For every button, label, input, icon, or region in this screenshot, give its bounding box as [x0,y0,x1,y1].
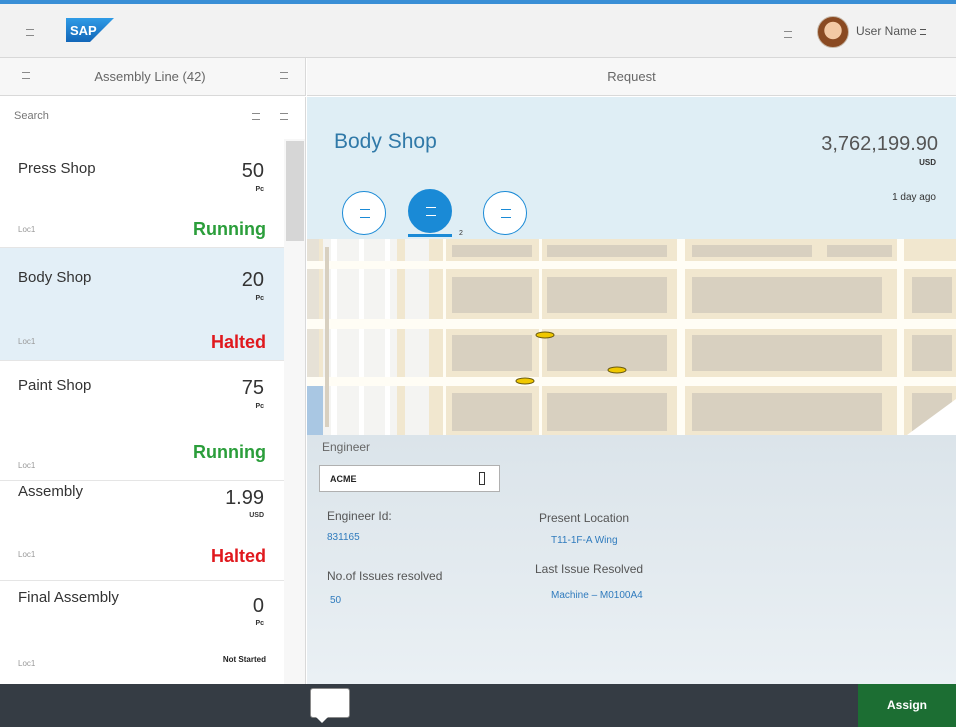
object-time: 1 day ago [892,192,936,203]
item-value: 0 [252,595,264,617]
object-header: Body Shop 3,762,199.90 USD 1 day ago 2 [307,97,956,239]
message-icon[interactable] [310,688,350,718]
status-badge: Not Started [222,655,266,664]
tab-selected-indicator [408,234,452,237]
list-item[interactable]: Paint Shop 75 Pc Loc1 Running [0,361,284,481]
item-unit: Pc [255,295,264,302]
chevron-down-icon [919,29,926,35]
object-number: 3,762,199.90 [821,133,938,155]
present-location-label: Present Location [539,511,630,525]
item-unit: Pc [255,620,264,627]
scrollbar-thumb[interactable] [286,141,304,241]
list-item[interactable]: Final Assembly 0 Pc Loc1 Not Started [0,581,284,684]
filter-icon[interactable] [280,72,288,79]
engineer-label: Engineer [322,440,371,454]
item-name: Press Shop [18,160,96,177]
item-value: 75 [241,377,264,399]
list-item[interactable]: Assembly 1.99 USD Loc1 Halted [0,481,284,581]
present-location-value: T11-1F-A Wing [551,535,618,546]
issues-resolved-value: 50 [330,595,342,606]
item-location: Loc1 [18,225,36,234]
item-name: Paint Shop [18,377,92,394]
detail-title: Request [607,69,656,84]
search-bar[interactable]: Search [0,97,306,139]
map-marker [515,377,535,385]
detail-header: Request [307,58,956,96]
issues-resolved-label: No.of Issues resolved [327,569,443,583]
avatar[interactable] [817,16,849,48]
last-issue-label: Last Issue Resolved [535,562,644,576]
sap-logo[interactable]: SAP [66,18,114,42]
engineer-section: Engineer ACME Engineer Id: 831165 No.of … [307,435,956,684]
tab-count: 2 [459,230,463,237]
item-unit: Pc [255,403,264,410]
assign-button[interactable]: Assign [858,684,956,727]
item-location: Loc1 [18,659,36,668]
tab-engineer[interactable] [408,189,452,233]
item-location: Loc1 [18,550,36,559]
notification-icon[interactable] [784,31,792,38]
message-icon-tail [316,717,328,723]
notes-icon [501,209,511,218]
user-name: User Name [856,24,917,38]
item-location: Loc1 [18,337,36,346]
status-badge: Halted [210,332,266,352]
user-menu[interactable]: User Name [856,24,926,38]
tab-info[interactable] [342,191,386,235]
item-name: Body Shop [18,269,92,286]
shell-bar: SAP User Name [0,4,956,58]
item-unit: USD [249,512,264,519]
footer-toolbar: Assign [0,684,956,727]
master-header: Assembly Line (42) [0,58,306,96]
info-icon [360,209,370,218]
item-value: 1.99 [225,487,264,509]
last-issue-value: Machine – M0100A4 [551,590,643,601]
assembly-list: Press Shop 50 Pc Loc1 Running Body Shop … [0,139,284,684]
tab-notes[interactable] [483,191,527,235]
value-help-icon[interactable] [479,472,485,485]
list-icon[interactable] [22,72,30,79]
item-unit: Pc [255,186,264,193]
item-value: 50 [241,160,264,182]
status-badge: Running [193,219,266,239]
list-item[interactable]: Press Shop 50 Pc Loc1 Running [0,139,284,248]
search-input[interactable]: Search [14,110,49,122]
list-item[interactable]: Body Shop 20 Pc Loc1 Halted [0,248,284,361]
engineer-select-value: ACME [330,474,357,484]
object-title: Body Shop [334,130,437,153]
menu-icon[interactable] [26,29,34,36]
logo-text: SAP [70,23,97,38]
item-location: Loc1 [18,461,36,470]
engineer-select[interactable]: ACME [319,465,500,492]
item-name: Final Assembly [18,589,119,606]
item-value: 20 [241,269,264,291]
refresh-icon[interactable] [280,113,288,120]
location-map[interactable] [307,239,956,435]
engineer-icon [426,207,436,216]
map-marker [535,331,555,339]
list-scrollbar[interactable] [284,139,306,684]
status-badge: Halted [210,546,266,566]
engineer-id-value: 831165 [327,532,360,543]
master-title: Assembly Line (42) [94,69,206,84]
item-name: Assembly [18,483,84,500]
object-unit: USD [919,158,936,167]
sort-icon[interactable] [252,113,260,120]
engineer-id-label: Engineer Id: [327,509,392,523]
status-badge: Running [193,442,266,462]
map-marker [607,366,627,374]
